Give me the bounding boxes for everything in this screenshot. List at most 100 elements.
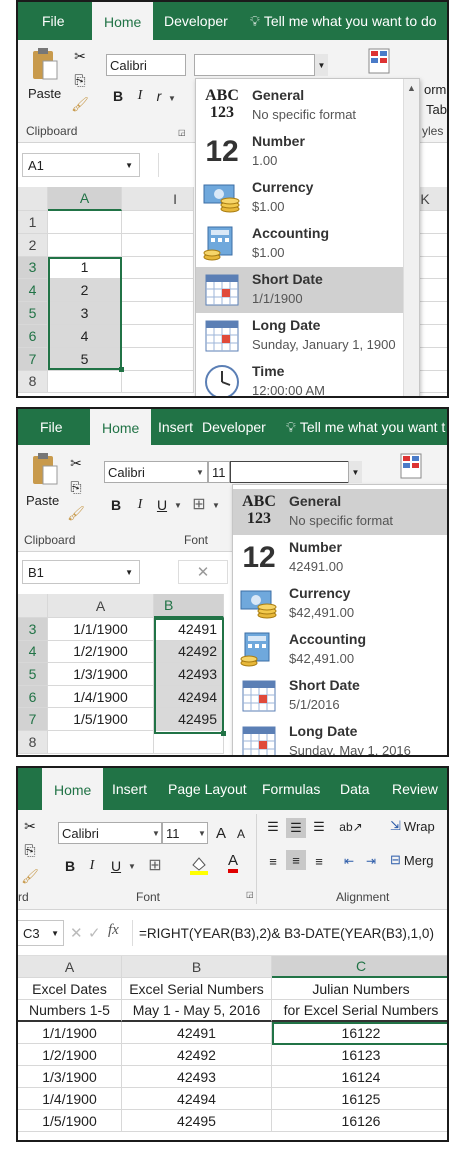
align-left-icon[interactable]: ≡ (264, 852, 282, 870)
table-cell[interactable]: 16125 (272, 1088, 447, 1110)
number-format-option[interactable]: 12 Number 1.00 (196, 129, 419, 175)
decrease-indent-icon[interactable]: ⇤ (340, 852, 358, 870)
dropdown-scrollbar[interactable]: ▲ (403, 79, 419, 396)
orientation-icon[interactable]: ab↗ (339, 818, 362, 836)
tab-review[interactable]: Review (392, 768, 438, 810)
chevron-down-icon[interactable]: ▼ (314, 54, 328, 76)
paste-icon[interactable] (28, 451, 60, 489)
copy-icon[interactable]: ⎘ (20, 840, 40, 860)
cell[interactable] (122, 302, 194, 325)
row-header[interactable]: 7 (18, 708, 48, 731)
table-cell[interactable]: 1/1/1900 (18, 1022, 122, 1044)
tab-formulas[interactable]: Formulas (262, 768, 320, 810)
underline-button[interactable]: U (154, 495, 170, 515)
cell-a[interactable] (48, 370, 122, 394)
chevron-down-icon[interactable]: ▼ (212, 501, 220, 510)
header-cell[interactable]: Numbers 1-5 (18, 1000, 122, 1022)
font-name-box[interactable]: Calibri (106, 54, 186, 76)
tell-me-box[interactable]: 💡︎ Tell me what you want t (286, 409, 445, 445)
cell[interactable] (122, 211, 194, 234)
chevron-down-icon[interactable]: ▼ (174, 501, 182, 510)
column-header-b[interactable]: B (122, 956, 272, 978)
tell-me-box[interactable]: 💡︎ Tell me what you want to do (250, 2, 437, 40)
cell-a[interactable] (48, 233, 122, 257)
cell[interactable] (122, 325, 194, 348)
tab-home[interactable]: Home (92, 2, 154, 42)
format-painter-icon[interactable]: 🖌︎ (70, 94, 90, 114)
scroll-up-icon[interactable]: ▲ (404, 83, 419, 93)
chevron-down-icon[interactable]: ▼ (168, 94, 176, 103)
top-align-icon[interactable]: ☰ (264, 818, 282, 836)
table-cell[interactable]: 42494 (122, 1088, 272, 1110)
row-header[interactable]: 2 (18, 233, 48, 257)
cut-icon[interactable]: ✂ (20, 816, 40, 836)
copy-icon[interactable]: ⎘ (66, 477, 86, 497)
name-box[interactable]: C3 ▼ (18, 920, 64, 946)
chevron-down-icon[interactable]: ▼ (128, 862, 136, 871)
row-header[interactable]: 6 (18, 325, 48, 348)
number-format-option[interactable]: Currency $1.00 (196, 175, 419, 221)
cancel-icon[interactable]: ✕ (70, 924, 83, 942)
header-cell[interactable]: Excel Dates (18, 978, 122, 1000)
paste-icon[interactable] (28, 46, 60, 84)
cell-date[interactable]: 1/3/1900 (48, 663, 154, 686)
number-format-option[interactable]: Short Date 5/1/2016 (233, 673, 447, 719)
tab-developer[interactable]: Developer (202, 409, 266, 445)
table-cell[interactable]: 16123 (272, 1044, 447, 1066)
cell-date[interactable]: 1/5/1900 (48, 708, 154, 731)
cell-date[interactable]: 1/1/1900 (48, 618, 154, 641)
middle-align-icon[interactable]: ☰ (286, 818, 306, 838)
column-header-a[interactable]: A (48, 187, 122, 211)
italic-button[interactable]: I (132, 495, 148, 515)
enter-check-icon[interactable]: ✓ (88, 924, 101, 942)
wrap-text-button[interactable]: ⇲ Wrap (390, 818, 435, 834)
table-cell[interactable]: 16124 (272, 1066, 447, 1088)
cell-date[interactable]: 1/2/1900 (48, 640, 154, 664)
italic-button[interactable]: I (84, 856, 100, 876)
table-cell[interactable]: 1/2/1900 (18, 1044, 122, 1066)
row-header[interactable]: 1 (18, 211, 48, 234)
cell[interactable] (122, 233, 194, 257)
header-cell[interactable]: Excel Serial Numbers (122, 978, 272, 1000)
row-header[interactable]: 6 (18, 685, 48, 709)
insert-function-icon[interactable]: fx (108, 922, 119, 939)
row-header[interactable]: 7 (18, 347, 48, 371)
number-format-option[interactable]: Time 12:00:00 AM (196, 359, 419, 396)
column-header-b[interactable]: B (154, 594, 224, 618)
fill-handle[interactable] (119, 367, 124, 372)
table-cell[interactable]: 1/3/1900 (18, 1066, 122, 1088)
borders-icon[interactable]: ⊞ (188, 493, 210, 515)
decrease-font-button[interactable]: A (234, 824, 248, 844)
row-header[interactable]: 8 (18, 370, 48, 394)
cell-a[interactable] (48, 211, 122, 234)
format-painter-icon[interactable]: 🖌︎ (66, 503, 86, 523)
font-name-box[interactable]: Calibri (58, 822, 162, 844)
fill-color-icon[interactable] (188, 854, 210, 876)
number-format-option[interactable]: Long Date Sunday, May 1, 2016 (233, 719, 447, 755)
copy-icon[interactable]: ⎘ (70, 70, 90, 90)
row-header[interactable]: 4 (18, 640, 48, 664)
row-header[interactable]: 5 (18, 663, 48, 686)
tab-insert[interactable]: Insert (112, 768, 147, 810)
tab-developer[interactable]: Developer (164, 2, 228, 40)
name-box[interactable]: A1 ▼ (22, 153, 140, 177)
chevron-down-icon[interactable]: ▼ (152, 829, 160, 838)
format-as-table-label[interactable]: orm (424, 82, 446, 97)
cell-date[interactable]: 1/4/1900 (48, 685, 154, 709)
merge-center-button[interactable]: ⊟ Merg (390, 852, 434, 868)
number-format-option[interactable]: 12 Number 42491.00 (233, 535, 447, 581)
chevron-down-icon[interactable]: ▼ (198, 829, 206, 838)
dialog-launcher-icon[interactable]: ◲ (178, 128, 186, 137)
number-format-option[interactable]: Currency $42,491.00 (233, 581, 447, 627)
table-cell[interactable]: 42492 (122, 1044, 272, 1066)
cut-icon[interactable]: ✂ (66, 453, 86, 473)
select-all-corner[interactable] (18, 187, 48, 211)
underline-button-partial[interactable]: r (152, 86, 166, 106)
font-name-box[interactable]: Calibri (104, 461, 208, 483)
cancel-icon[interactable]: ✕ (178, 560, 228, 584)
row-header[interactable]: 3 (18, 256, 48, 280)
increase-font-button[interactable]: A (214, 822, 228, 844)
conditional-formatting-icon[interactable] (366, 46, 392, 76)
underline-button[interactable]: U (108, 856, 124, 876)
chevron-down-icon[interactable]: ▼ (348, 461, 362, 483)
